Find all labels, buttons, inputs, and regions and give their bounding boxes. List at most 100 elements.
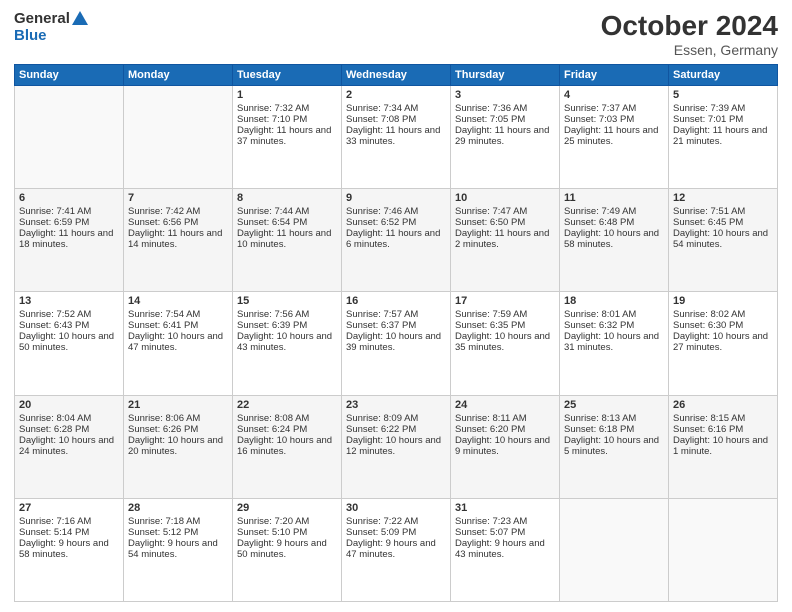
sunset-text: Sunset: 6:37 PM: [346, 320, 446, 331]
sunrise-text: Sunrise: 8:02 AM: [673, 309, 773, 320]
daylight-text: Daylight: 11 hours and 14 minutes.: [128, 228, 228, 250]
day-number: 23: [346, 399, 446, 411]
daylight-text: Daylight: 11 hours and 18 minutes.: [19, 228, 119, 250]
daylight-text: Daylight: 10 hours and 47 minutes.: [128, 331, 228, 353]
day-number: 19: [673, 295, 773, 307]
day-number: 21: [128, 399, 228, 411]
daylight-text: Daylight: 10 hours and 31 minutes.: [564, 331, 664, 353]
sunset-text: Sunset: 7:05 PM: [455, 114, 555, 125]
sunset-text: Sunset: 6:16 PM: [673, 424, 773, 435]
sunset-text: Sunset: 6:24 PM: [237, 424, 337, 435]
table-row: 24Sunrise: 8:11 AMSunset: 6:20 PMDayligh…: [451, 395, 560, 498]
daylight-text: Daylight: 11 hours and 33 minutes.: [346, 125, 446, 147]
sunrise-text: Sunrise: 7:23 AM: [455, 516, 555, 527]
table-row: 27Sunrise: 7:16 AMSunset: 5:14 PMDayligh…: [15, 498, 124, 601]
table-row: 13Sunrise: 7:52 AMSunset: 6:43 PMDayligh…: [15, 292, 124, 395]
day-number: 17: [455, 295, 555, 307]
table-row: 6Sunrise: 7:41 AMSunset: 6:59 PMDaylight…: [15, 189, 124, 292]
day-number: 16: [346, 295, 446, 307]
sunrise-text: Sunrise: 7:54 AM: [128, 309, 228, 320]
sunrise-text: Sunrise: 8:15 AM: [673, 413, 773, 424]
day-number: 27: [19, 502, 119, 514]
logo-blue: Blue: [14, 27, 47, 44]
day-number: 12: [673, 192, 773, 204]
day-number: 31: [455, 502, 555, 514]
sunrise-text: Sunrise: 8:01 AM: [564, 309, 664, 320]
table-row: [15, 86, 124, 189]
daylight-text: Daylight: 10 hours and 24 minutes.: [19, 435, 119, 457]
table-row: 5Sunrise: 7:39 AMSunset: 7:01 PMDaylight…: [669, 86, 778, 189]
day-number: 7: [128, 192, 228, 204]
table-row: [669, 498, 778, 601]
sunset-text: Sunset: 6:28 PM: [19, 424, 119, 435]
table-row: 3Sunrise: 7:36 AMSunset: 7:05 PMDaylight…: [451, 86, 560, 189]
day-number: 26: [673, 399, 773, 411]
sunrise-text: Sunrise: 7:22 AM: [346, 516, 446, 527]
sunrise-text: Sunrise: 8:09 AM: [346, 413, 446, 424]
daylight-text: Daylight: 10 hours and 5 minutes.: [564, 435, 664, 457]
table-row: 29Sunrise: 7:20 AMSunset: 5:10 PMDayligh…: [233, 498, 342, 601]
table-row: 31Sunrise: 7:23 AMSunset: 5:07 PMDayligh…: [451, 498, 560, 601]
table-row: 20Sunrise: 8:04 AMSunset: 6:28 PMDayligh…: [15, 395, 124, 498]
sunrise-text: Sunrise: 7:39 AM: [673, 103, 773, 114]
page-subtitle: Essen, Germany: [601, 42, 778, 58]
day-number: 10: [455, 192, 555, 204]
daylight-text: Daylight: 10 hours and 12 minutes.: [346, 435, 446, 457]
sunset-text: Sunset: 7:10 PM: [237, 114, 337, 125]
sunset-text: Sunset: 7:03 PM: [564, 114, 664, 125]
daylight-text: Daylight: 10 hours and 50 minutes.: [19, 331, 119, 353]
table-row: 30Sunrise: 7:22 AMSunset: 5:09 PMDayligh…: [342, 498, 451, 601]
table-row: 25Sunrise: 8:13 AMSunset: 6:18 PMDayligh…: [560, 395, 669, 498]
table-row: 22Sunrise: 8:08 AMSunset: 6:24 PMDayligh…: [233, 395, 342, 498]
sunrise-text: Sunrise: 7:37 AM: [564, 103, 664, 114]
sunrise-text: Sunrise: 7:47 AM: [455, 206, 555, 217]
day-number: 8: [237, 192, 337, 204]
sunrise-text: Sunrise: 7:16 AM: [19, 516, 119, 527]
col-thursday: Thursday: [451, 65, 560, 86]
calendar-week-row: 13Sunrise: 7:52 AMSunset: 6:43 PMDayligh…: [15, 292, 778, 395]
daylight-text: Daylight: 11 hours and 10 minutes.: [237, 228, 337, 250]
col-sunday: Sunday: [15, 65, 124, 86]
sunset-text: Sunset: 7:01 PM: [673, 114, 773, 125]
sunset-text: Sunset: 6:56 PM: [128, 217, 228, 228]
col-saturday: Saturday: [669, 65, 778, 86]
day-number: 5: [673, 89, 773, 101]
sunset-text: Sunset: 6:59 PM: [19, 217, 119, 228]
daylight-text: Daylight: 9 hours and 50 minutes.: [237, 538, 337, 560]
col-friday: Friday: [560, 65, 669, 86]
sunrise-text: Sunrise: 7:52 AM: [19, 309, 119, 320]
table-row: 23Sunrise: 8:09 AMSunset: 6:22 PMDayligh…: [342, 395, 451, 498]
sunrise-text: Sunrise: 7:51 AM: [673, 206, 773, 217]
table-row: 26Sunrise: 8:15 AMSunset: 6:16 PMDayligh…: [669, 395, 778, 498]
col-tuesday: Tuesday: [233, 65, 342, 86]
daylight-text: Daylight: 10 hours and 20 minutes.: [128, 435, 228, 457]
daylight-text: Daylight: 11 hours and 25 minutes.: [564, 125, 664, 147]
table-row: 16Sunrise: 7:57 AMSunset: 6:37 PMDayligh…: [342, 292, 451, 395]
sunset-text: Sunset: 6:30 PM: [673, 320, 773, 331]
sunrise-text: Sunrise: 7:59 AM: [455, 309, 555, 320]
day-number: 20: [19, 399, 119, 411]
sunset-text: Sunset: 6:52 PM: [346, 217, 446, 228]
table-row: 8Sunrise: 7:44 AMSunset: 6:54 PMDaylight…: [233, 189, 342, 292]
title-block: October 2024 Essen, Germany: [601, 10, 778, 58]
sunset-text: Sunset: 5:10 PM: [237, 527, 337, 538]
table-row: 9Sunrise: 7:46 AMSunset: 6:52 PMDaylight…: [342, 189, 451, 292]
table-row: 4Sunrise: 7:37 AMSunset: 7:03 PMDaylight…: [560, 86, 669, 189]
day-number: 15: [237, 295, 337, 307]
sunrise-text: Sunrise: 7:46 AM: [346, 206, 446, 217]
logo-general: General: [14, 10, 70, 27]
day-number: 25: [564, 399, 664, 411]
sunset-text: Sunset: 6:45 PM: [673, 217, 773, 228]
table-row: 7Sunrise: 7:42 AMSunset: 6:56 PMDaylight…: [124, 189, 233, 292]
table-row: 12Sunrise: 7:51 AMSunset: 6:45 PMDayligh…: [669, 189, 778, 292]
daylight-text: Daylight: 11 hours and 37 minutes.: [237, 125, 337, 147]
day-number: 29: [237, 502, 337, 514]
table-row: 19Sunrise: 8:02 AMSunset: 6:30 PMDayligh…: [669, 292, 778, 395]
sunset-text: Sunset: 6:20 PM: [455, 424, 555, 435]
daylight-text: Daylight: 9 hours and 47 minutes.: [346, 538, 446, 560]
table-row: 28Sunrise: 7:18 AMSunset: 5:12 PMDayligh…: [124, 498, 233, 601]
sunrise-text: Sunrise: 7:18 AM: [128, 516, 228, 527]
sunset-text: Sunset: 6:18 PM: [564, 424, 664, 435]
sunrise-text: Sunrise: 7:32 AM: [237, 103, 337, 114]
sunrise-text: Sunrise: 7:57 AM: [346, 309, 446, 320]
